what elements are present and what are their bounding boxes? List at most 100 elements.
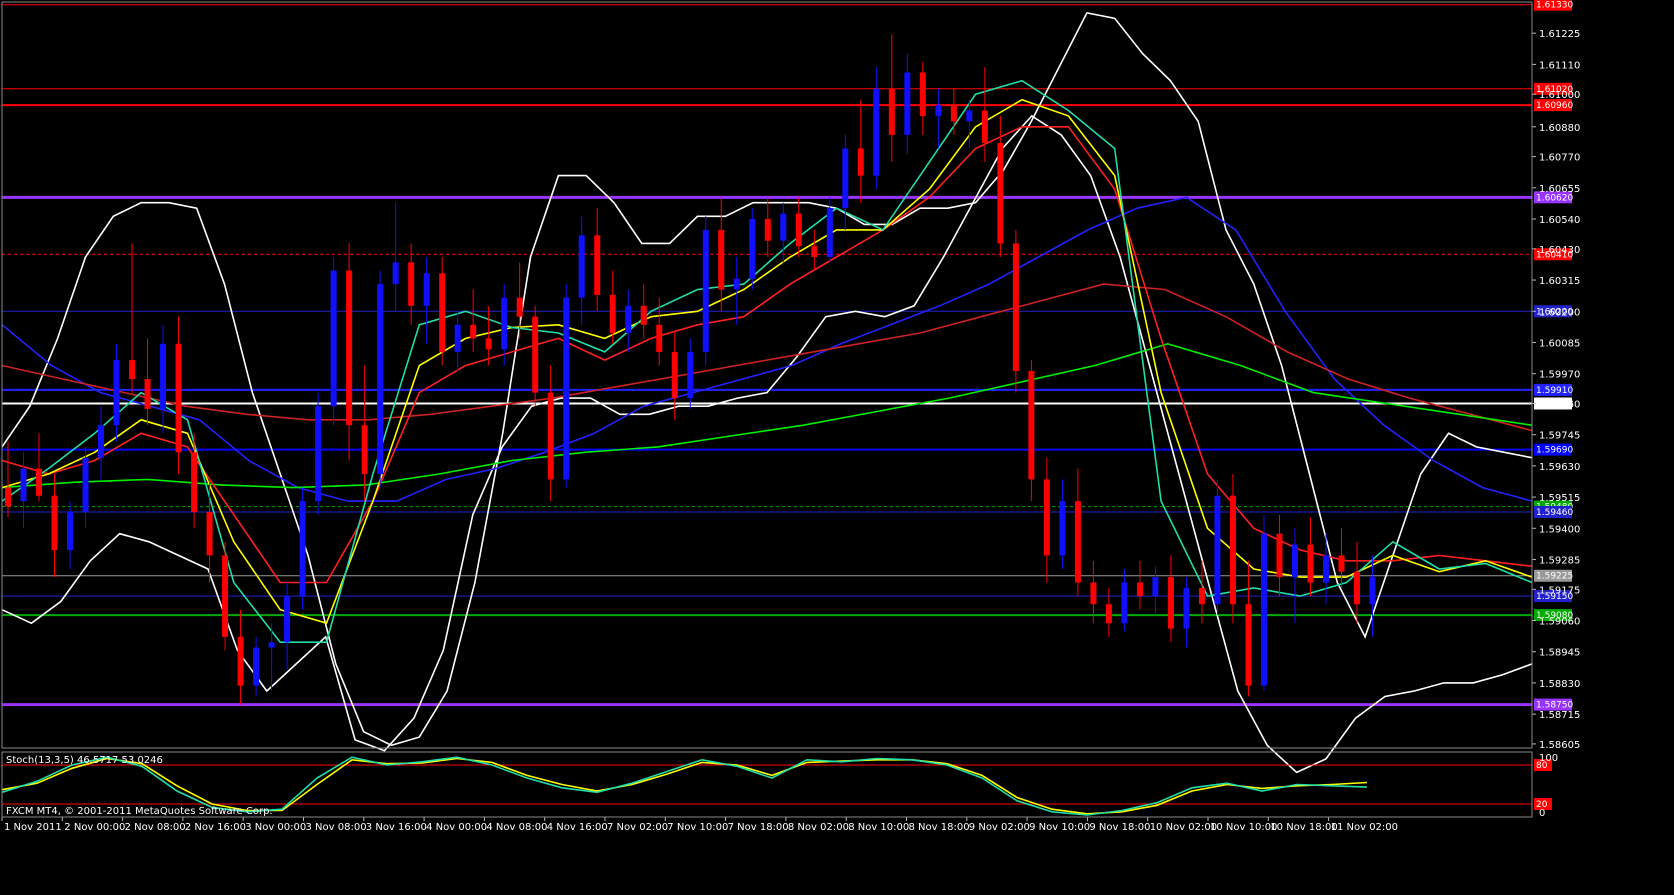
candle-body: [1090, 582, 1097, 605]
candle-body: [1353, 571, 1360, 605]
candle-body: [1338, 555, 1345, 572]
candle-body: [1043, 479, 1050, 556]
candle-body: [113, 360, 120, 426]
candle-body: [222, 555, 229, 637]
price-tick-label: 1.60200: [1539, 307, 1580, 318]
candle-body: [67, 511, 74, 550]
time-tick-label: 4 Nov 00:00: [426, 822, 487, 833]
candle-body: [1136, 582, 1143, 597]
trading-chart[interactable]: 1.613301.610201.609601.606201.604101.602…: [0, 0, 1674, 895]
candle-body: [842, 148, 849, 209]
candle-body: [1198, 587, 1205, 605]
price-tick-label: 1.59745: [1539, 431, 1580, 442]
time-tick-label: 2 Nov 08:00: [125, 822, 186, 833]
candle-body: [532, 316, 539, 393]
price-tick-label: 1.60430: [1539, 245, 1580, 256]
time-tick-label: 3 Nov 16:00: [366, 822, 427, 833]
price-tick-label: 1.60085: [1539, 338, 1580, 349]
price-tick-label: 1.58715: [1539, 710, 1580, 721]
price-tick-label: 1.59630: [1539, 462, 1580, 473]
candle-body: [764, 219, 771, 241]
candle-body: [1307, 544, 1314, 583]
stochastic-tick-label: 0: [1539, 808, 1545, 819]
candle-body: [656, 324, 663, 352]
candle-body: [919, 72, 926, 116]
candle-body: [749, 219, 756, 279]
candle-body: [377, 284, 384, 475]
price-tick-label: 1.61225: [1539, 29, 1580, 40]
time-tick-label: 8 Nov 10:00: [848, 822, 909, 833]
candle-body: [392, 262, 399, 285]
candle-body: [547, 392, 554, 480]
candle-body: [315, 406, 322, 502]
candle-body: [1105, 604, 1112, 624]
time-tick-label: 1 Nov 2011: [4, 822, 62, 833]
candle-body: [1028, 370, 1035, 480]
candle-body: [997, 143, 1004, 244]
price-tick-label: 1.58830: [1539, 679, 1580, 690]
candle-body: [516, 297, 523, 317]
time-tick-label: 2 Nov 00:00: [64, 822, 125, 833]
candle-body: [780, 213, 787, 241]
candle-body: [1322, 555, 1329, 583]
price-tick-label: 1.61000: [1539, 90, 1580, 101]
candle-body: [485, 338, 492, 350]
price-tick-label: 1.60315: [1539, 276, 1580, 287]
candle-body: [129, 360, 136, 380]
time-tick-label: 9 Nov 02:00: [969, 822, 1030, 833]
candle-body: [1291, 544, 1298, 578]
candle-body: [935, 105, 942, 116]
candle-body: [160, 343, 167, 409]
level-tag: 1.59225: [1536, 572, 1573, 582]
price-tick-label: 1.61110: [1539, 60, 1580, 71]
price-tick-label: 1.60880: [1539, 123, 1580, 134]
time-tick-label: 3 Nov 08:00: [306, 822, 367, 833]
candle-body: [237, 636, 244, 686]
candle-body: [268, 642, 275, 648]
price-tick-label: 1.60540: [1539, 215, 1580, 226]
candle-body: [191, 452, 198, 512]
time-tick-label: 10 Nov 10:00: [1210, 822, 1277, 833]
candle-body: [284, 596, 291, 643]
candle-body: [51, 495, 58, 550]
time-tick-label: 4 Nov 08:00: [486, 822, 547, 833]
time-tick-label: 3 Nov 00:00: [245, 822, 306, 833]
candle-body: [671, 351, 678, 399]
candle-body: [981, 110, 988, 144]
candle-body: [1012, 243, 1019, 371]
candle-body: [826, 208, 833, 257]
price-tick-label: 1.60770: [1539, 153, 1580, 164]
candle-body: [718, 229, 725, 290]
candle-body: [578, 235, 585, 298]
candle-body: [5, 487, 11, 507]
candle-body: [1167, 577, 1174, 629]
candle-body: [1121, 582, 1128, 624]
candle-body: [454, 324, 461, 352]
time-tick-label: 7 Nov 18:00: [728, 822, 789, 833]
candle-body: [501, 297, 508, 350]
candle-body: [20, 468, 27, 502]
time-tick-label: 8 Nov 02:00: [788, 822, 849, 833]
candle-body: [1260, 533, 1267, 686]
time-tick-label: 7 Nov 02:00: [607, 822, 668, 833]
candle-body: [423, 273, 430, 306]
time-tick-label: 4 Nov 16:00: [547, 822, 608, 833]
candle-body: [175, 343, 182, 453]
candle-body: [1074, 501, 1081, 583]
candle-body: [408, 262, 415, 306]
candle-body: [361, 425, 368, 475]
candle-body: [206, 511, 213, 556]
candle-body: [1245, 604, 1252, 686]
candle-body: [702, 229, 709, 352]
candle-body: [346, 270, 353, 426]
price-tick-label: 1.59400: [1539, 524, 1580, 535]
candle-body: [330, 270, 337, 407]
candle-body: [36, 468, 43, 496]
candle-body: [98, 425, 105, 458]
level-tag: 1.59690: [1536, 446, 1573, 456]
time-tick-label: 11 Nov 02:00: [1331, 822, 1398, 833]
level-tag: 1.60960: [1536, 101, 1573, 111]
candle-body: [470, 324, 477, 339]
candle-body: [795, 213, 802, 247]
candle-body: [811, 246, 818, 257]
